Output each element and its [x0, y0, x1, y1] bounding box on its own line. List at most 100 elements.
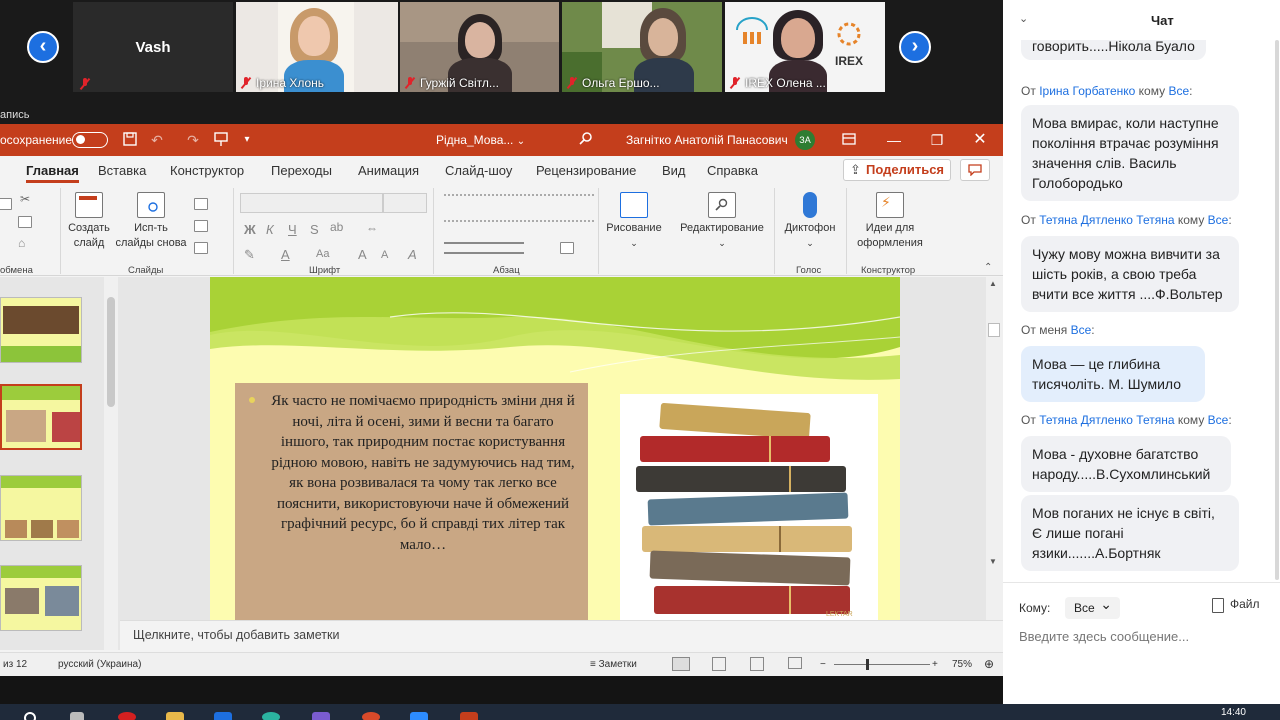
- section-icon[interactable]: [194, 242, 208, 254]
- message-recipient[interactable]: Все: [1208, 413, 1229, 427]
- slide-thumbnail[interactable]: [0, 565, 82, 631]
- tab-slideshow[interactable]: Слайд-шоу: [445, 163, 512, 178]
- current-slide[interactable]: Як часто не помічаємо природність зміни …: [210, 277, 900, 620]
- reuse-slides-button[interactable]: Исп-ть слайды снова: [114, 192, 188, 251]
- bold-button[interactable]: Ж: [244, 222, 256, 237]
- explorer-icon[interactable]: [166, 712, 184, 720]
- list-icons[interactable]: [444, 194, 594, 208]
- zoom-out-icon[interactable]: −: [820, 659, 826, 670]
- store-icon[interactable]: [214, 712, 232, 720]
- tab-home[interactable]: Главная: [26, 163, 79, 183]
- next-page-button[interactable]: ›: [899, 31, 931, 63]
- tab-view[interactable]: Вид: [662, 163, 686, 178]
- shrink-font-button[interactable]: A: [381, 249, 388, 261]
- font-size-select[interactable]: [383, 193, 427, 213]
- participant-tile-2[interactable]: Гуржій Світл...: [400, 2, 559, 92]
- powerpoint-icon[interactable]: [460, 712, 478, 720]
- reset-icon[interactable]: [194, 220, 208, 232]
- tab-design[interactable]: Конструктор: [170, 163, 244, 178]
- ribbon-display-icon[interactable]: [840, 131, 858, 149]
- close-icon[interactable]: ✕: [971, 131, 989, 149]
- edge-icon[interactable]: [262, 712, 280, 720]
- tab-insert[interactable]: Вставка: [98, 163, 146, 178]
- normal-view-icon[interactable]: [672, 657, 690, 671]
- chevron-down-icon[interactable]: ⌄: [1019, 12, 1033, 26]
- comments-button[interactable]: [960, 159, 990, 181]
- chat-scrollbar[interactable]: [1275, 40, 1279, 580]
- undo-icon[interactable]: ↶: [148, 131, 166, 149]
- design-ideas-button[interactable]: ⚡ Идеи для оформления: [850, 192, 930, 251]
- reading-view-icon[interactable]: [750, 657, 764, 671]
- message-sender[interactable]: Тетяна Дятленко Тетяна: [1039, 213, 1174, 227]
- highlight-icon[interactable]: ✎: [244, 247, 255, 263]
- copy-icon[interactable]: [18, 216, 32, 228]
- present-icon[interactable]: [212, 131, 230, 149]
- italic-button[interactable]: К: [266, 222, 274, 237]
- file-button[interactable]: Файл: [1210, 597, 1260, 613]
- search-taskbar-icon[interactable]: [24, 712, 36, 720]
- document-title[interactable]: Рідна_Мова... ⌄: [436, 133, 525, 147]
- participant-tile-3[interactable]: Ольга Ершо...: [562, 2, 722, 92]
- taskview-icon[interactable]: [70, 712, 84, 720]
- browser-icon[interactable]: [362, 712, 380, 720]
- char-spacing-icon[interactable]: ab: [330, 220, 343, 234]
- shadow-icon[interactable]: ⇔: [366, 221, 378, 235]
- zoom-slider[interactable]: [834, 659, 930, 670]
- notes-toggle-button[interactable]: ≡ Заметки: [590, 659, 637, 670]
- change-case-button[interactable]: Aa: [316, 248, 329, 260]
- minimize-icon[interactable]: —: [885, 131, 903, 149]
- books-image[interactable]: LEKTAR: [620, 394, 878, 620]
- align-icons[interactable]: [444, 242, 524, 254]
- save-icon[interactable]: [121, 131, 139, 149]
- user-avatar[interactable]: ЗА: [795, 130, 815, 150]
- chat-message-list[interactable]: говорить.....Нікола Буало От Ірина Горба…: [1003, 40, 1280, 582]
- collapse-ribbon-icon[interactable]: ⌃: [984, 262, 992, 273]
- smartart-icon[interactable]: [560, 242, 574, 254]
- tab-animations[interactable]: Анимация: [358, 163, 419, 178]
- search-icon[interactable]: [577, 131, 595, 149]
- quote-text-box[interactable]: Як часто не помічаємо природність зміни …: [235, 383, 588, 620]
- cut-icon[interactable]: ✂: [20, 192, 30, 206]
- slide-sorter-icon[interactable]: [712, 657, 726, 671]
- new-slide-button[interactable]: Создать слайд: [64, 192, 114, 251]
- editing-button[interactable]: Редактирование ⌄: [674, 192, 770, 251]
- font-family-select[interactable]: [240, 193, 383, 213]
- opera-icon[interactable]: [118, 712, 136, 720]
- customize-toolbar-icon[interactable]: ▾: [238, 131, 256, 149]
- message-recipient[interactable]: Все: [1168, 84, 1189, 98]
- thumbnails-scrollbar[interactable]: [104, 277, 118, 650]
- slide-thumbnail-selected[interactable]: [0, 384, 82, 450]
- dictate-button[interactable]: Диктофон ⌄: [778, 192, 842, 251]
- share-button[interactable]: Поделиться: [843, 159, 951, 181]
- grow-font-button[interactable]: A: [358, 247, 367, 262]
- participant-tile-vash[interactable]: Vash: [73, 2, 233, 92]
- format-painter-icon[interactable]: ⌂: [18, 236, 25, 250]
- viber-icon[interactable]: [312, 712, 330, 720]
- redo-icon[interactable]: ↷: [184, 131, 202, 149]
- zoom-in-icon[interactable]: +: [932, 659, 938, 670]
- underline-button[interactable]: Ч: [288, 222, 297, 237]
- zoom-icon[interactable]: [410, 712, 428, 720]
- layout-icon[interactable]: [194, 198, 208, 210]
- notes-pane[interactable]: Щелкните, чтобы добавить заметки: [120, 620, 1003, 648]
- prev-page-button[interactable]: ‹: [27, 31, 59, 63]
- zoom-slider-thumb[interactable]: [866, 659, 869, 670]
- zoom-level[interactable]: 75%: [952, 659, 972, 670]
- clear-format-icon[interactable]: A: [408, 247, 417, 262]
- slide-thumbnail[interactable]: [0, 475, 82, 541]
- tab-help[interactable]: Справка: [707, 163, 758, 178]
- strikethrough-button[interactable]: S: [310, 222, 319, 237]
- font-color-icon[interactable]: A: [281, 247, 290, 262]
- drawing-button[interactable]: Рисование ⌄: [602, 192, 666, 251]
- message-sender[interactable]: Тетяна Дятленко Тетяна: [1039, 413, 1174, 427]
- slideshow-view-icon[interactable]: [788, 657, 802, 669]
- participant-tile-4[interactable]: IREX IREX Олена ...: [725, 2, 885, 92]
- slide-scrollbar[interactable]: ▲ ▼: [986, 277, 1003, 620]
- participant-tile-1[interactable]: Ірина Хлонь: [236, 2, 398, 92]
- autosave-toggle[interactable]: [72, 132, 108, 148]
- message-recipient[interactable]: Все: [1071, 323, 1092, 337]
- slide-thumbnail[interactable]: [0, 297, 82, 363]
- paste-icon[interactable]: [0, 198, 12, 210]
- tab-review[interactable]: Рецензирование: [536, 163, 636, 178]
- message-recipient[interactable]: Все: [1208, 213, 1229, 227]
